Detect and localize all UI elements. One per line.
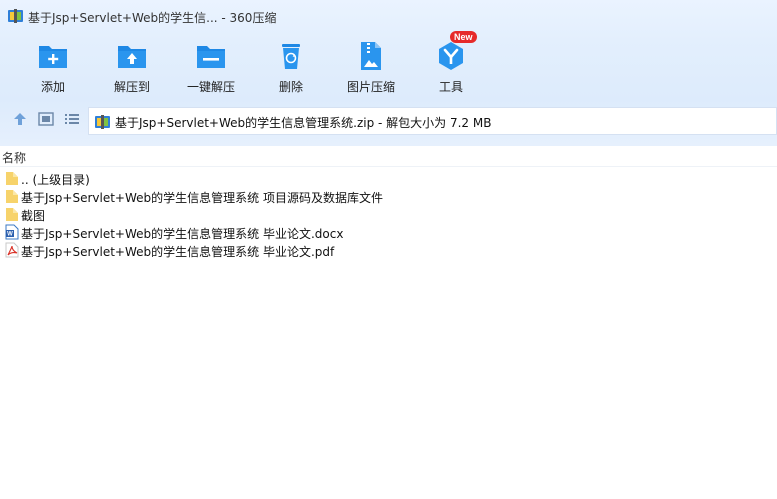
- delete-icon: [282, 44, 300, 69]
- tools-button[interactable]: New 工具: [416, 31, 486, 96]
- add-icon: [39, 46, 67, 68]
- file-name: 截图: [21, 209, 46, 223]
- list-item-pdf-file[interactable]: 基于Jsp+Servlet+Web的学生信息管理系统 毕业论文.pdf: [0, 241, 777, 259]
- svg-text:W: W: [7, 232, 13, 238]
- delete-button[interactable]: 删除: [256, 34, 326, 96]
- list-item-parent-directory[interactable]: .. (上级目录): [0, 169, 777, 187]
- window-header: 基于Jsp+Servlet+Web的学生信... - 360压缩 添加 解压到 …: [0, 0, 777, 146]
- window-title: 基于Jsp+Servlet+Web的学生信... - 360压缩: [28, 11, 277, 25]
- add-button[interactable]: 添加: [18, 34, 88, 96]
- one-click-extract-label: 一键解压: [186, 80, 235, 94]
- archive-app-icon: [8, 9, 23, 23]
- app-window: 基于Jsp+Servlet+Web的学生信... - 360压缩 添加 解压到 …: [0, 0, 777, 499]
- new-badge: New: [450, 31, 477, 43]
- zip-archive-icon: [95, 115, 110, 129]
- archive-path: 基于Jsp+Servlet+Web的学生信息管理系统.zip - 解包大小为 7…: [115, 116, 492, 130]
- extract-to-button[interactable]: 解压到: [97, 34, 167, 96]
- toolbar: 添加 解压到 一键解压 删除 图片压缩 New 工具: [0, 31, 777, 98]
- file-name: 基于Jsp+Servlet+Web的学生信息管理系统 毕业论文.docx: [21, 227, 344, 241]
- list-item-screenshots-folder[interactable]: 截图: [0, 205, 777, 223]
- thumbnail-view-icon[interactable]: [37, 110, 55, 128]
- navigation-bar: 基于Jsp+Servlet+Web的学生信息管理系统.zip - 解包大小为 7…: [0, 104, 777, 138]
- image-compress-button[interactable]: 图片压缩: [336, 34, 406, 96]
- list-item-docx-file[interactable]: W 基于Jsp+Servlet+Web的学生信息管理系统 毕业论文.docx: [0, 223, 777, 241]
- image-compress-label: 图片压缩: [346, 80, 395, 94]
- pdf-document-icon: [5, 242, 19, 258]
- folder-icon: [6, 172, 18, 185]
- delete-label: 删除: [278, 80, 303, 94]
- add-label: 添加: [40, 80, 65, 94]
- file-name: .. (上级目录): [21, 173, 90, 187]
- word-document-icon: W: [5, 224, 19, 240]
- folder-icon: [6, 208, 18, 221]
- file-name: 基于Jsp+Servlet+Web的学生信息管理系统 毕业论文.pdf: [21, 245, 335, 259]
- address-bar[interactable]: 基于Jsp+Servlet+Web的学生信息管理系统.zip - 解包大小为 7…: [88, 107, 777, 135]
- tools-label: 工具: [438, 80, 463, 94]
- one-click-extract-icon: [197, 46, 225, 68]
- list-view-icon[interactable]: [63, 110, 81, 128]
- image-compress-icon: [361, 42, 381, 70]
- folder-icon: [6, 190, 18, 203]
- column-header-row: 名称: [0, 146, 777, 167]
- one-click-extract-button[interactable]: 一键解压: [176, 34, 246, 96]
- up-arrow-icon[interactable]: [11, 110, 29, 128]
- title-bar: 基于Jsp+Servlet+Web的学生信... - 360压缩: [0, 0, 777, 32]
- extract-to-icon: [118, 46, 146, 68]
- extract-to-label: 解压到: [113, 80, 150, 94]
- tools-icon: [439, 42, 463, 70]
- list-item-source-folder[interactable]: 基于Jsp+Servlet+Web的学生信息管理系统 项目源码及数据库文件: [0, 187, 777, 205]
- column-header-name[interactable]: 名称: [2, 149, 26, 166]
- file-name: 基于Jsp+Servlet+Web的学生信息管理系统 项目源码及数据库文件: [21, 191, 383, 205]
- file-list: 名称 .. (上级目录) 基于Jsp+Servlet+Web的学生信息管理系统 …: [0, 146, 777, 499]
